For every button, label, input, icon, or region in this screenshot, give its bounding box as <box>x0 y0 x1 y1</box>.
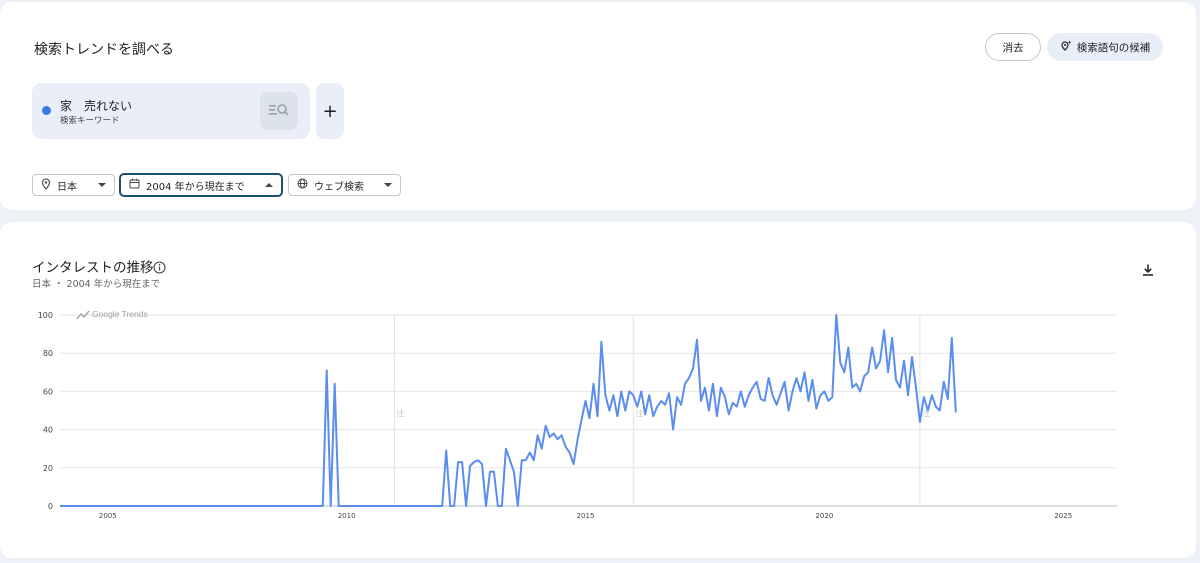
time-range-value: 2004 年から現在まで <box>146 181 245 193</box>
x-tick-label: 2025 <box>1054 512 1072 520</box>
x-tick-label: 2010 <box>338 512 356 520</box>
interest-over-time-card: インタレストの推移 日本 ・ 2004 年から現在まで Google Trend… <box>0 222 1196 558</box>
google-trends-watermark: Google Trends <box>76 309 148 320</box>
series-line-term <box>60 314 957 507</box>
term-search-button[interactable] <box>260 92 298 130</box>
search-type-filter[interactable]: ウェブ検索 <box>288 174 401 196</box>
region-filter[interactable]: 日本 <box>32 174 115 196</box>
add-term-button[interactable]: + <box>316 83 344 139</box>
term-name: 家 売れない <box>60 99 133 113</box>
term-color-dot <box>42 106 51 115</box>
globe-icon <box>297 178 308 192</box>
search-type-value: ウェブ検索 <box>314 181 364 193</box>
suggest-terms-button[interactable]: 検索語句の候補 <box>1047 33 1163 61</box>
chevron-down-icon <box>98 183 106 187</box>
search-list-icon <box>269 102 289 121</box>
note-marker[interactable]: 注 <box>396 408 404 418</box>
explore-card: 検索トレンドを調べる 消去 検索語句の候補 家 売れない 検索キーワード + 日… <box>0 2 1196 210</box>
note-marker[interactable]: 注 <box>635 408 643 418</box>
time-range-filter[interactable]: 2004 年から現在まで <box>119 173 283 197</box>
y-tick-label: 20 <box>43 464 53 473</box>
x-tick-label: 2020 <box>815 512 833 520</box>
x-tick-label: 2015 <box>577 512 595 520</box>
region-value: 日本 <box>57 181 77 193</box>
y-tick-label: 100 <box>38 311 53 320</box>
suggest-terms-label: 検索語句の候補 <box>1076 41 1151 54</box>
y-tick-label: 40 <box>43 426 53 435</box>
calendar-icon <box>129 178 140 192</box>
clear-button[interactable]: 消去 <box>985 33 1041 61</box>
y-tick-label: 80 <box>43 349 53 358</box>
chevron-up-icon <box>265 183 273 187</box>
term-type: 検索キーワード <box>60 116 120 126</box>
page-title: 検索トレンドを調べる <box>34 42 174 58</box>
y-tick-label: 0 <box>48 502 53 511</box>
x-tick-label: 2005 <box>99 512 117 520</box>
chevron-down-icon <box>384 183 392 187</box>
sparkle-pin-icon <box>1060 40 1072 55</box>
watermark-label: Google Trends <box>92 309 148 319</box>
y-tick-label: 60 <box>43 387 53 396</box>
search-term-card[interactable]: 家 売れない 検索キーワード <box>32 83 310 139</box>
trend-chart: Google Trends 注注注 0204060801002005 2010 20… <box>38 309 1117 520</box>
location-pin-icon <box>41 177 51 193</box>
